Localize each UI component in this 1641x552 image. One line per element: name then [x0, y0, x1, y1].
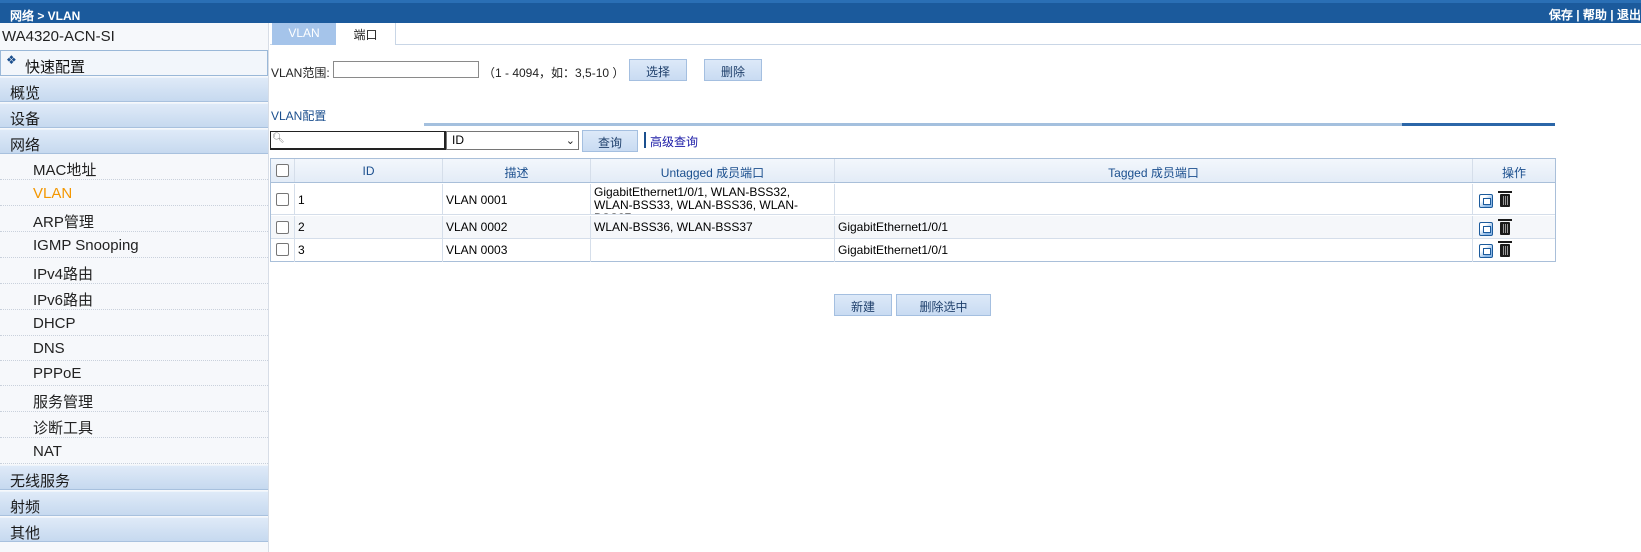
header-select-cell	[271, 159, 295, 182]
column-header-desc[interactable]: 描述	[443, 159, 591, 182]
top-bar: 网络 > VLAN 保存 | 帮助 | 退出	[0, 0, 1641, 23]
sidebar-section-network[interactable]: 网络	[0, 129, 268, 154]
row-select-cell	[271, 239, 295, 262]
sidebar-section-radio[interactable]: 射频	[0, 491, 268, 516]
diamond-icon: ❖	[6, 53, 17, 67]
row-select-cell	[271, 216, 295, 238]
edit-icon[interactable]	[1479, 244, 1493, 258]
select-button[interactable]: 选择	[629, 59, 687, 81]
row-checkbox[interactable]	[276, 221, 289, 234]
filter-field-value: ID	[452, 133, 464, 147]
device-name: WA4320-ACN-SI	[2, 28, 115, 45]
cell-tagged: GigabitEthernet1/0/1	[835, 239, 1473, 262]
column-header-untagged[interactable]: Untagged 成员端口	[591, 159, 835, 182]
delete-icon[interactable]	[1498, 241, 1512, 257]
row-checkbox[interactable]	[276, 243, 289, 256]
row-select-cell	[271, 184, 295, 214]
search-icon: 🔍︎	[272, 133, 285, 144]
sidebar-item-ipv4-route[interactable]: IPv4路由	[0, 258, 268, 284]
cell-tagged	[835, 184, 1473, 214]
table-header-row: ID 描述 Untagged 成员端口 Tagged 成员端口 操作	[271, 159, 1555, 183]
save-link[interactable]: 保存	[1549, 8, 1573, 22]
cell-tagged: GigabitEthernet1/0/1	[835, 216, 1473, 238]
sidebar-section-wireless[interactable]: 无线服务	[0, 465, 268, 490]
section-title: VLAN配置	[271, 109, 327, 123]
cell-desc: VLAN 0003	[443, 239, 591, 262]
tab-port[interactable]: 端口	[336, 23, 396, 45]
vlan-range-hint: （1 - 4094，如：3,5-10 ）	[483, 66, 625, 80]
logout-link[interactable]: 退出	[1617, 8, 1641, 22]
sidebar-item-service[interactable]: 服务管理	[0, 386, 268, 412]
row-checkbox[interactable]	[276, 193, 289, 206]
row-actions	[1473, 216, 1555, 238]
link-separator: |	[1610, 8, 1614, 22]
tab-bar: VLAN 端口	[270, 23, 1641, 45]
cell-desc: VLAN 0002	[443, 216, 591, 238]
column-header-tagged[interactable]: Tagged 成员端口	[835, 159, 1473, 182]
cell-untagged: WLAN-BSS36, WLAN-BSS37	[591, 216, 835, 238]
cell-untagged: GigabitEthernet1/0/1, WLAN-BSS32, WLAN-B…	[591, 184, 835, 214]
column-header-id[interactable]: ID	[295, 159, 443, 182]
search-input[interactable]: 🔍︎	[270, 131, 446, 150]
vlan-range-input[interactable]	[333, 61, 479, 78]
sidebar-item-ipv6-route[interactable]: IPv6路由	[0, 284, 268, 310]
advanced-query-link[interactable]: 高级查询	[650, 133, 698, 150]
sidebar-item-dns[interactable]: DNS	[0, 335, 268, 361]
quick-config-label: 快速配置	[25, 59, 86, 76]
sidebar-section-overview[interactable]: 概览	[0, 77, 268, 102]
delete-icon[interactable]	[1498, 191, 1512, 207]
table-row: 1 VLAN 0001 GigabitEthernet1/0/1, WLAN-B…	[271, 184, 1555, 215]
delete-icon[interactable]	[1498, 219, 1512, 235]
sidebar: WA4320-ACN-SI ❖ 快速配置 概览 设备 网络 MAC地址 VLAN…	[0, 23, 269, 552]
vlan-table: ID 描述 Untagged 成员端口 Tagged 成员端口 操作 1 VLA…	[270, 158, 1556, 262]
breadcrumb: 网络 > VLAN	[10, 9, 81, 23]
tab-vlan[interactable]: VLAN	[272, 23, 336, 45]
sidebar-section-other[interactable]: 其他	[0, 517, 268, 542]
cell-desc: VLAN 0001	[443, 184, 591, 214]
sidebar-item-mac[interactable]: MAC地址	[0, 154, 268, 180]
sidebar-item-dhcp[interactable]: DHCP	[0, 310, 268, 336]
select-all-checkbox[interactable]	[276, 164, 289, 177]
row-actions	[1473, 239, 1555, 262]
sidebar-section-device[interactable]: 设备	[0, 103, 268, 128]
cell-id: 2	[295, 216, 443, 238]
sidebar-item-arp[interactable]: ARP管理	[0, 206, 268, 232]
cell-untagged	[591, 239, 835, 262]
section-divider	[424, 123, 1555, 126]
filter-field-select[interactable]: ID ⌄	[446, 131, 579, 150]
table-row: 2 VLAN 0002 WLAN-BSS36, WLAN-BSS37 Gigab…	[271, 216, 1555, 239]
cell-id: 3	[295, 239, 443, 262]
vlan-range-label: VLAN范围:	[271, 66, 330, 80]
edit-icon[interactable]	[1479, 194, 1493, 208]
new-button[interactable]: 新建	[834, 294, 892, 316]
query-button[interactable]: 查询	[582, 130, 638, 152]
row-actions	[1473, 184, 1555, 214]
delete-selected-button[interactable]: 删除选中	[896, 294, 991, 316]
sidebar-item-nat[interactable]: NAT	[0, 438, 268, 464]
edit-icon[interactable]	[1479, 222, 1493, 236]
quick-config-item[interactable]: ❖ 快速配置	[0, 50, 268, 76]
sidebar-item-vlan[interactable]: VLAN	[0, 180, 268, 206]
cell-id: 1	[295, 184, 443, 214]
sidebar-item-diagnostics[interactable]: 诊断工具	[0, 412, 268, 438]
delete-button[interactable]: 删除	[704, 59, 762, 81]
top-links: 保存 | 帮助 | 退出	[1549, 6, 1641, 23]
link-separator: |	[1576, 8, 1580, 22]
help-link[interactable]: 帮助	[1583, 8, 1607, 22]
main-content: VLAN 端口 VLAN范围: （1 - 4094，如：3,5-10 ） 选择 …	[270, 23, 1641, 552]
separator-bar	[644, 132, 646, 148]
column-header-actions: 操作	[1501, 166, 1526, 180]
chevron-down-icon: ⌄	[565, 135, 575, 147]
table-row: 3 VLAN 0003 GigabitEthernet1/0/1	[271, 239, 1555, 262]
sidebar-item-pppoe[interactable]: PPPoE	[0, 360, 268, 386]
sidebar-item-igmp[interactable]: IGMP Snooping	[0, 232, 268, 258]
